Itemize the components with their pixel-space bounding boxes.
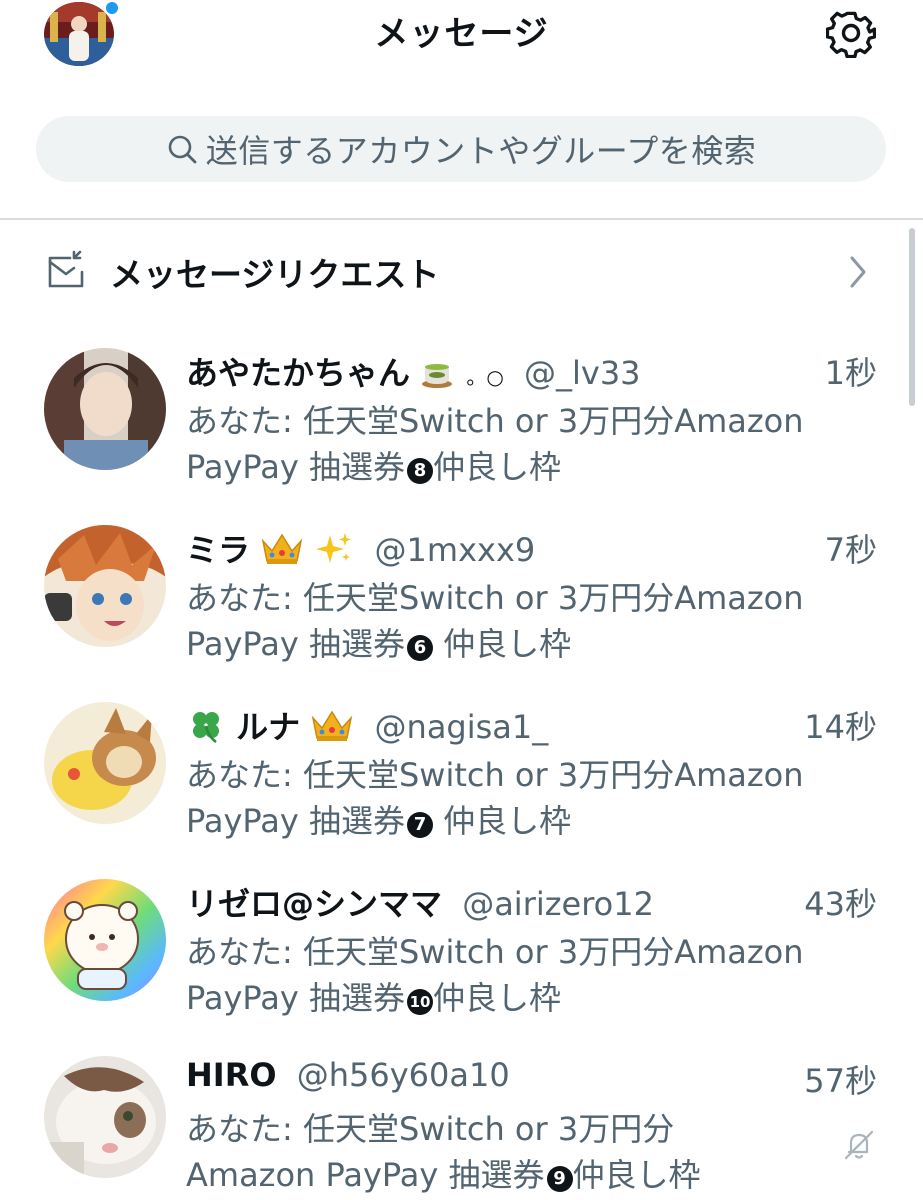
sparkles-emoji-icon	[316, 533, 352, 563]
display-name: リゼロ@シンママ	[186, 885, 443, 923]
divider	[0, 218, 923, 220]
crown-emoji-icon	[312, 710, 353, 741]
crown-emoji-icon	[261, 533, 303, 564]
conversation-item[interactable]: ミラ @1mxxx9 7秒 あなた: 任天堂Switch or 3万円分Amaz…	[0, 525, 923, 695]
preview-text-end: 仲良し枠	[433, 979, 562, 1017]
preview-text-end: 仲良し枠	[433, 625, 572, 663]
handle: @_lv33	[523, 354, 641, 392]
preview-text-end: 仲良し枠	[433, 448, 562, 486]
message-preview-line1: あなた: 任天堂Switch or 3万円分Amazon	[186, 933, 804, 971]
conversation-header: ルナ @nagisa1_	[186, 702, 548, 746]
circled-number: 9	[546, 1166, 573, 1192]
timestamp: 57秒	[804, 1062, 877, 1100]
settings-gear-icon[interactable]	[826, 8, 876, 58]
conversation-header: あやたかちゃん 。○ @_lv33	[186, 348, 641, 392]
conversation-item[interactable]: HIRO @h56y60a10 57秒 あなた: 任天堂Switch or 3万…	[0, 1056, 923, 1200]
messages-screen: メッセージ 送信するアカウントやグループを検索 メッセージリクエスト あやたかち…	[0, 0, 923, 1200]
preview-text: PayPay 抽選券	[186, 802, 405, 840]
circled-number: 10	[407, 989, 433, 1015]
timestamp: 7秒	[824, 531, 877, 569]
message-preview-line1: あなた: 任天堂Switch or 3万円分Amazon	[186, 756, 804, 794]
preview-text: PayPay 抽選券	[186, 625, 405, 663]
message-preview-line1: あなた: 任天堂Switch or 3万円分Amazon	[186, 402, 804, 440]
conversation-item[interactable]: あやたかちゃん 。○ @_lv33 1秒 あなた: 任天堂Switch or 3…	[0, 348, 923, 518]
preview-text: PayPay 抽選券	[186, 448, 405, 486]
message-preview-line2: PayPay 抽選券 6 仲良し枠	[186, 619, 571, 665]
handle: @nagisa1_	[374, 708, 549, 746]
message-preview-line2: PayPay 抽選券 7 仲良し枠	[186, 796, 571, 842]
conversation-header: HIRO @h56y60a10	[186, 1056, 510, 1100]
display-name: HIRO	[186, 1056, 277, 1094]
display-name: ルナ	[236, 708, 301, 746]
search-placeholder: 送信するアカウントやグループを検索	[205, 132, 757, 170]
conversation-header: ミラ @1mxxx9	[186, 525, 535, 569]
conversation-item[interactable]: リゼロ@シンママ @airizero12 43秒 あなた: 任天堂Switch …	[0, 879, 923, 1049]
preview-text-end: 仲良し枠	[433, 802, 572, 840]
header: メッセージ	[0, 0, 923, 100]
handle: @airizero12	[462, 885, 654, 923]
timestamp: 14秒	[804, 708, 877, 746]
tea-emoji-icon	[422, 364, 453, 388]
avatar[interactable]	[44, 348, 166, 470]
timestamp: 1秒	[824, 354, 877, 392]
avatar[interactable]	[44, 525, 166, 647]
preview-text-end: 仲良し枠	[572, 1156, 701, 1194]
message-preview-line2: Amazon PayPay 抽選券 9 仲良し枠	[186, 1150, 701, 1196]
muted-bell-icon	[844, 1130, 874, 1160]
message-preview-line2: PayPay 抽選券 10仲良し枠	[186, 973, 561, 1019]
clover-emoji-icon	[193, 712, 219, 743]
search-input[interactable]: 送信するアカウントやグループを検索	[36, 116, 886, 182]
avatar[interactable]	[44, 702, 166, 824]
conversation-header: リゼロ@シンママ @airizero12	[186, 879, 654, 923]
avatar[interactable]	[44, 1056, 166, 1178]
chevron-right-icon	[850, 256, 866, 288]
message-requests-row[interactable]: メッセージリクエスト	[0, 236, 923, 306]
circled-number: 7	[407, 812, 433, 838]
handle: @1mxxx9	[374, 531, 536, 569]
handle: @h56y60a10	[296, 1056, 510, 1094]
conversation-item[interactable]: ルナ @nagisa1_ 14秒 あなた: 任天堂Switch or 3万円分A…	[0, 702, 923, 872]
timestamp: 43秒	[804, 885, 877, 923]
preview-text: Amazon PayPay 抽選券	[186, 1156, 545, 1194]
message-preview-line1: あなた: 任天堂Switch or 3万円分	[186, 1110, 675, 1148]
display-name: あやたかちゃん	[186, 354, 411, 392]
page-title: メッセージ	[374, 14, 549, 54]
avatar[interactable]	[44, 879, 166, 1001]
name-suffix: 。○	[466, 365, 504, 389]
message-preview-line1: あなた: 任天堂Switch or 3万円分Amazon	[186, 579, 804, 617]
search-icon	[168, 135, 197, 164]
circled-number: 6	[407, 635, 433, 661]
preview-text: PayPay 抽選券	[186, 979, 405, 1017]
display-name: ミラ	[186, 531, 251, 569]
envelope-request-icon	[48, 250, 84, 288]
message-requests-label: メッセージリクエスト	[110, 255, 440, 294]
circled-number: 8	[407, 458, 433, 484]
message-preview-line2: PayPay 抽選券 8 仲良し枠	[186, 442, 561, 488]
